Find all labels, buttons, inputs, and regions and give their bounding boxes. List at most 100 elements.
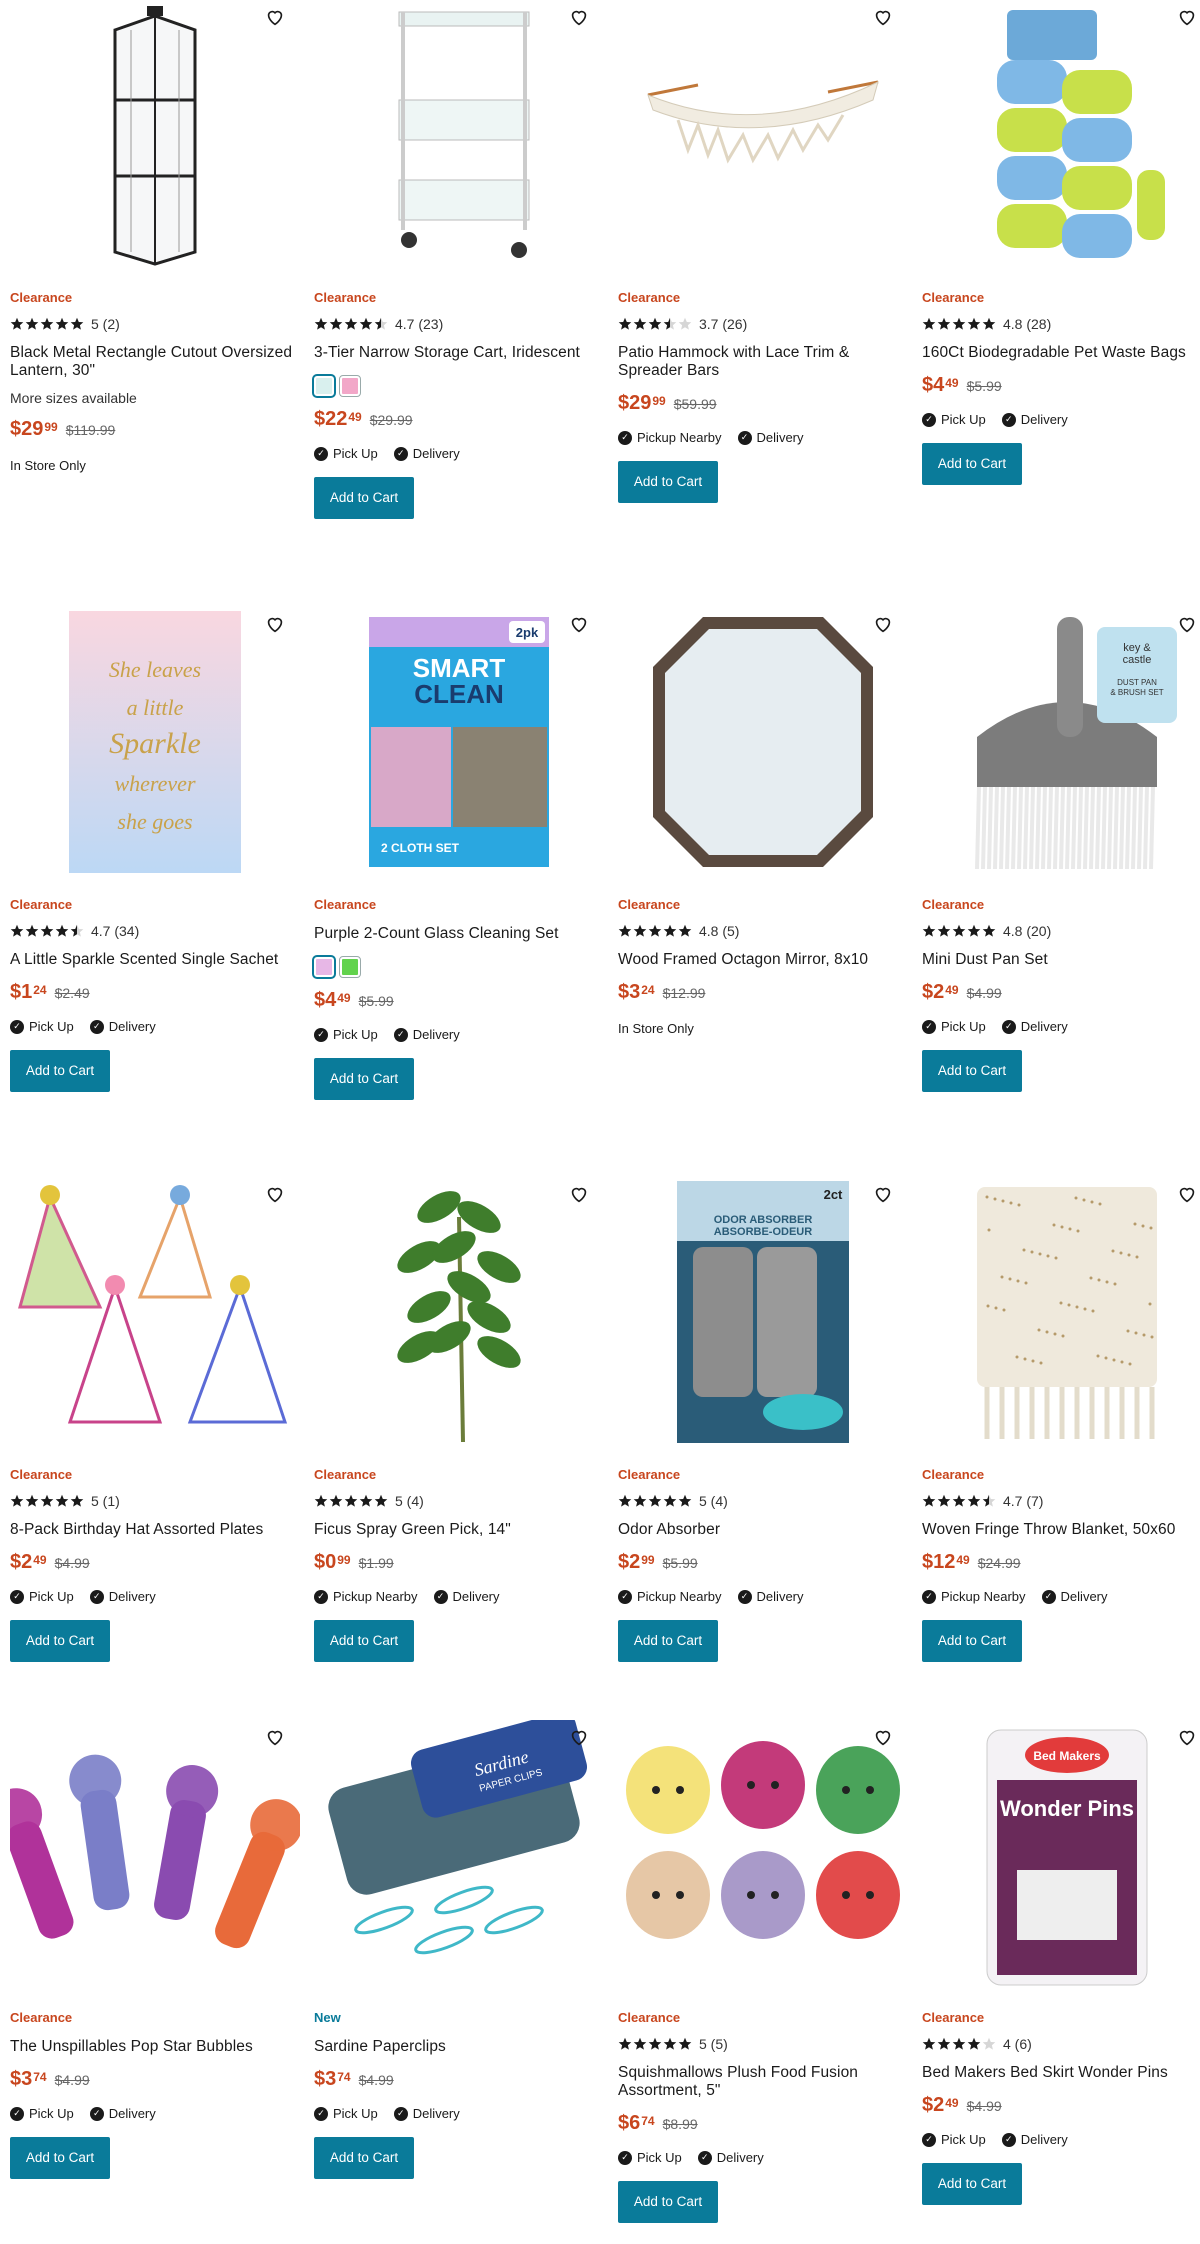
wishlist-heart-icon[interactable]: [568, 1726, 590, 1748]
rating-count: 5 (4): [395, 1493, 424, 1509]
product-card[interactable]: key & castle DUST PAN & BRUSH SET Cleara…: [922, 607, 1200, 1092]
add-to-cart-button[interactable]: Add to Cart: [618, 2181, 718, 2223]
price: $4 49 $5.99: [314, 989, 604, 1015]
product-title[interactable]: Squishmallows Plush Food Fusion Assortme…: [618, 2064, 908, 2100]
product-card[interactable]: Clearance 4.7 (23) 3-Tier Narrow Storage C…: [312, 0, 604, 519]
more-sizes-note: More sizes available: [10, 390, 137, 406]
product-image[interactable]: [922, 0, 1200, 280]
product-card[interactable]: Bed Makers Wonder Pins Clearance 4 (6) Bed…: [922, 1720, 1200, 2205]
product-image[interactable]: SMART CLEAN 2 CLOTH SET 2pk: [314, 607, 604, 887]
add-to-cart-button[interactable]: Add to Cart: [922, 2163, 1022, 2205]
product-card[interactable]: Clearance 3.7 (26) Patio Hammock with Lace…: [618, 0, 908, 503]
product-image[interactable]: [10, 0, 300, 280]
product-image[interactable]: [10, 1720, 300, 2000]
wishlist-heart-icon[interactable]: [1176, 1726, 1198, 1748]
add-to-cart-button[interactable]: Add to Cart: [618, 461, 718, 503]
add-to-cart-button[interactable]: Add to Cart: [10, 1620, 110, 1662]
color-swatch[interactable]: [312, 955, 336, 979]
product-image[interactable]: [10, 1177, 300, 1457]
color-swatch[interactable]: [312, 374, 336, 398]
wishlist-heart-icon[interactable]: [568, 1183, 590, 1205]
product-image[interactable]: [314, 1177, 604, 1457]
product-image[interactable]: [618, 607, 908, 887]
product-card[interactable]: Clearance 5 (1) 8-Pack Birthday Hat Assort…: [10, 1177, 300, 1662]
product-card[interactable]: She leaves a little Sparkle wherever she goe…: [10, 607, 300, 1092]
product-image[interactable]: [618, 0, 908, 280]
product-title[interactable]: Patio Hammock with Lace Trim & Spreader …: [618, 344, 908, 380]
product-card[interactable]: SMART CLEAN 2 CLOTH SET 2pk Clearance Pur…: [312, 607, 604, 1100]
product-card[interactable]: Clearance 5 (5) Squishmallows Plush Food F…: [618, 1720, 908, 2223]
wishlist-heart-icon[interactable]: [1176, 1183, 1198, 1205]
product-card[interactable]: Clearance 5 (4) Ficus Spray Green Pick, 14…: [314, 1177, 604, 1662]
rating[interactable]: 5 (2): [10, 316, 300, 332]
add-to-cart-button[interactable]: Add to Cart: [922, 1050, 1022, 1092]
rating[interactable]: 4.8 (20): [922, 923, 1200, 939]
product-title[interactable]: 160Ct Biodegradable Pet Waste Bags: [922, 344, 1200, 362]
product-title[interactable]: A Little Sparkle Scented Single Sachet: [10, 951, 300, 969]
add-to-cart-button[interactable]: Add to Cart: [314, 1058, 414, 1100]
rating[interactable]: 5 (4): [314, 1493, 604, 1509]
product-card[interactable]: Clearance 4.8 (28) 160Ct Biodegradable Pet…: [922, 0, 1200, 485]
product-image[interactable]: key & castle DUST PAN & BRUSH SET: [922, 607, 1200, 887]
product-title[interactable]: Purple 2-Count Glass Cleaning Set: [314, 925, 604, 943]
product-image[interactable]: [922, 1177, 1200, 1457]
rating[interactable]: 4.7 (34): [10, 923, 300, 939]
rating-count: 4.8 (5): [699, 923, 740, 939]
product-image[interactable]: She leaves a little Sparkle wherever she goe…: [10, 607, 300, 887]
product-title[interactable]: 3-Tier Narrow Storage Cart, Iridescent: [314, 344, 604, 362]
rating[interactable]: 5 (5): [618, 2036, 908, 2052]
product-title[interactable]: 8-Pack Birthday Hat Assorted Plates: [10, 1521, 300, 1539]
product-title[interactable]: Sardine Paperclips: [314, 2038, 604, 2056]
wishlist-heart-icon[interactable]: [1176, 613, 1198, 635]
rating[interactable]: 4.7 (7): [922, 1493, 1200, 1509]
color-swatch[interactable]: [339, 956, 361, 978]
product-card[interactable]: Clearance The Unspillables Pop Star Bubbl…: [10, 1720, 300, 2179]
rating[interactable]: 4.8 (5): [618, 923, 908, 939]
product-title[interactable]: Black Metal Rectangle Cutout Oversized L…: [10, 344, 300, 380]
add-to-cart-button[interactable]: Add to Cart: [314, 477, 414, 519]
price: $2 99 $5.99: [618, 1551, 908, 1577]
add-to-cart-button[interactable]: Add to Cart: [314, 1620, 414, 1662]
wishlist-heart-icon[interactable]: [872, 1726, 894, 1748]
product-card[interactable]: Sardine PAPER CLIPS New Sardine Paperclip…: [314, 1720, 604, 2179]
add-to-cart-button[interactable]: Add to Cart: [314, 2137, 414, 2179]
wishlist-heart-icon[interactable]: [872, 1183, 894, 1205]
product-title[interactable]: Odor Absorber: [618, 1521, 908, 1539]
product-title[interactable]: Ficus Spray Green Pick, 14": [314, 1521, 604, 1539]
rating[interactable]: 5 (1): [10, 1493, 300, 1509]
wishlist-heart-icon[interactable]: [264, 1183, 286, 1205]
add-to-cart-button[interactable]: Add to Cart: [922, 1620, 1022, 1662]
product-image[interactable]: Sardine PAPER CLIPS: [314, 1720, 604, 2000]
rating[interactable]: 5 (4): [618, 1493, 908, 1509]
product-image[interactable]: [314, 0, 604, 280]
product-title[interactable]: The Unspillables Pop Star Bubbles: [10, 2038, 300, 2056]
wishlist-heart-icon[interactable]: [568, 613, 590, 635]
wishlist-heart-icon[interactable]: [568, 6, 590, 28]
wishlist-heart-icon[interactable]: [872, 613, 894, 635]
product-image[interactable]: ODOR ABSORBER ABSORBE-ODEUR 2ct: [618, 1177, 908, 1457]
wishlist-heart-icon[interactable]: [1176, 6, 1198, 28]
add-to-cart-button[interactable]: Add to Cart: [10, 1050, 110, 1092]
product-card[interactable]: ODOR ABSORBER ABSORBE-ODEUR 2ct Clearanc…: [618, 1177, 908, 1662]
rating[interactable]: 3.7 (26): [618, 316, 908, 332]
wishlist-heart-icon[interactable]: [264, 6, 286, 28]
product-image[interactable]: Bed Makers Wonder Pins: [922, 1720, 1200, 2000]
wishlist-heart-icon[interactable]: [264, 1726, 286, 1748]
product-image[interactable]: [618, 1720, 908, 2000]
add-to-cart-button[interactable]: Add to Cart: [10, 2137, 110, 2179]
rating[interactable]: 4 (6): [922, 2036, 1200, 2052]
product-card[interactable]: Clearance 4.7 (7) Woven Fringe Throw Blank…: [922, 1177, 1200, 1662]
rating[interactable]: 4.8 (28): [922, 316, 1200, 332]
product-title[interactable]: Wood Framed Octagon Mirror, 8x10: [618, 951, 908, 969]
wishlist-heart-icon[interactable]: [872, 6, 894, 28]
rating[interactable]: 4.7 (23): [314, 316, 604, 332]
product-title[interactable]: Woven Fringe Throw Blanket, 50x60: [922, 1521, 1200, 1539]
product-card[interactable]: Clearance 5 (2) Black Metal Rectangle Cuto…: [10, 0, 300, 473]
product-card[interactable]: Clearance 4.8 (5) Wood Framed Octagon Mirr…: [618, 607, 908, 1036]
wishlist-heart-icon[interactable]: [264, 613, 286, 635]
product-title[interactable]: Bed Makers Bed Skirt Wonder Pins: [922, 2064, 1200, 2082]
add-to-cart-button[interactable]: Add to Cart: [922, 443, 1022, 485]
add-to-cart-button[interactable]: Add to Cart: [618, 1620, 718, 1662]
product-title[interactable]: Mini Dust Pan Set: [922, 951, 1200, 969]
color-swatch[interactable]: [339, 375, 361, 397]
